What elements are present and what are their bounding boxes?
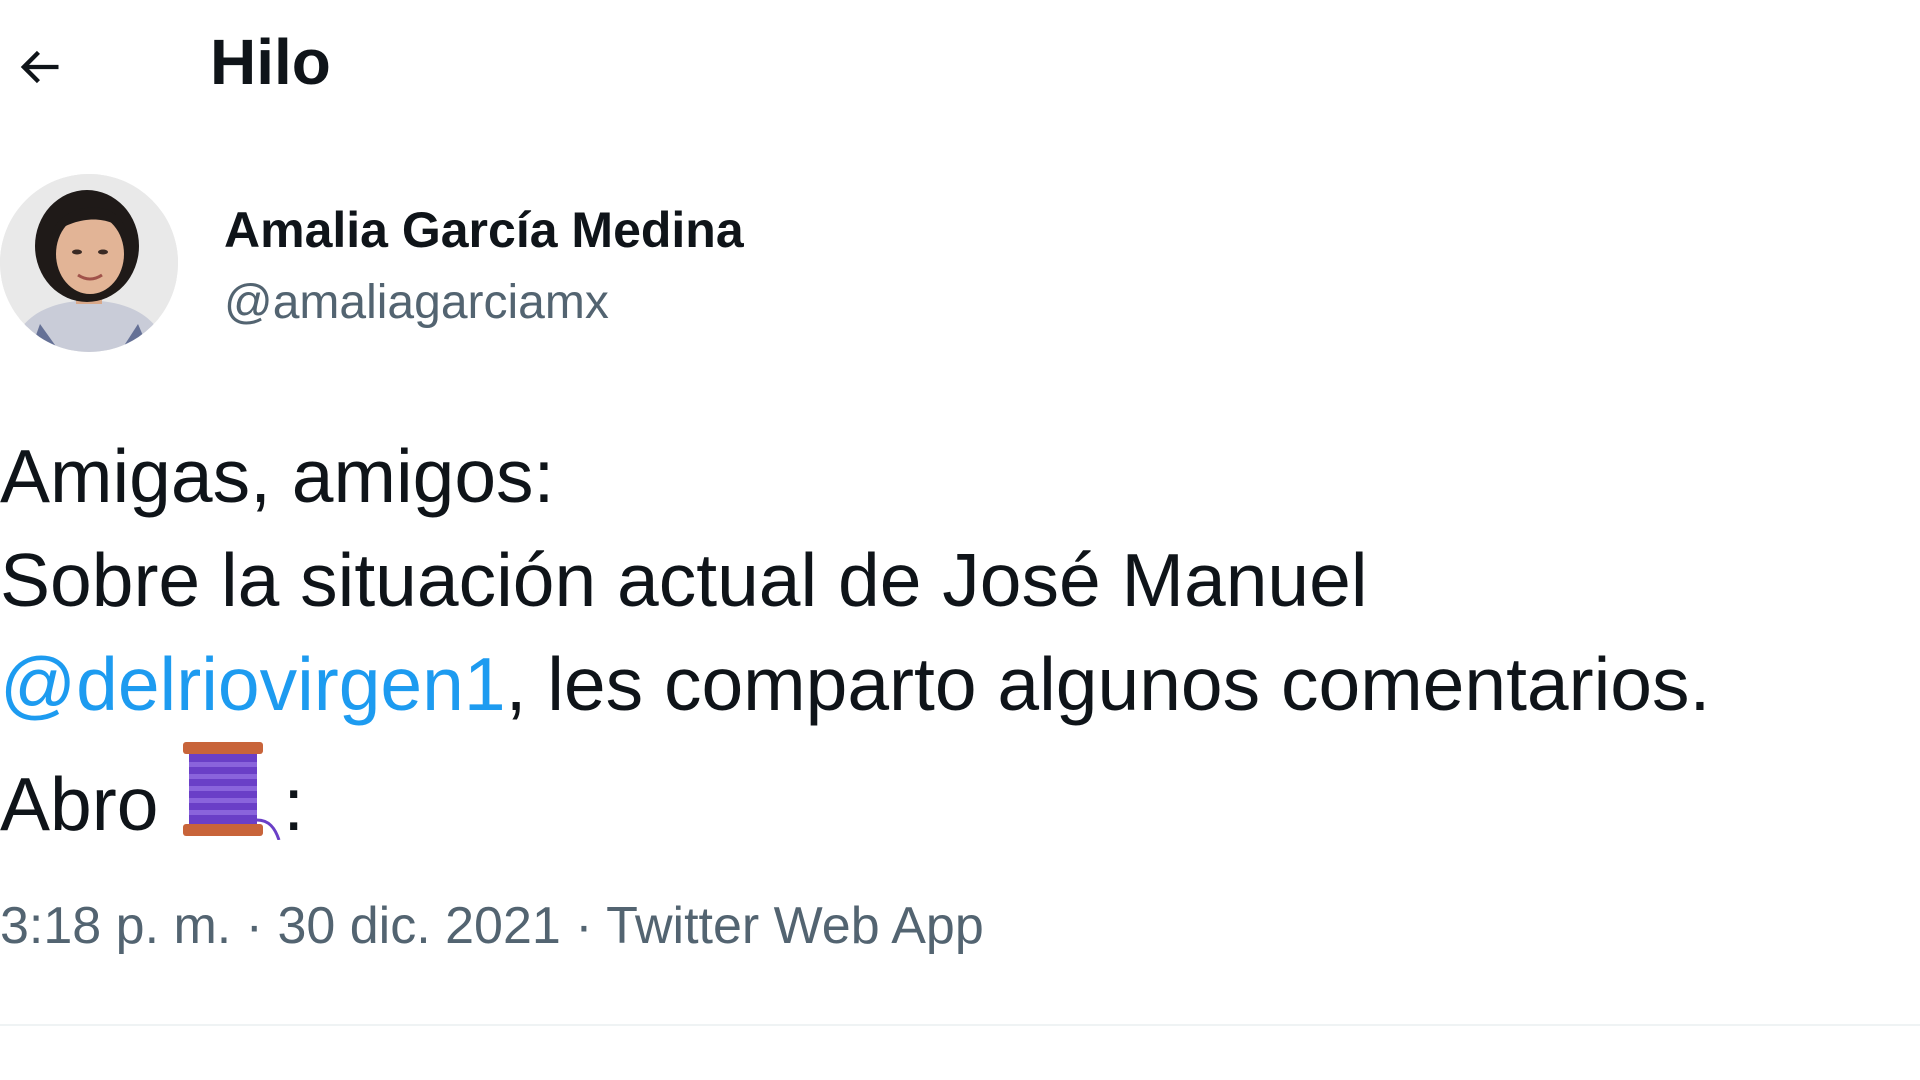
tweet-line-4-end: : [283,762,305,846]
author-name[interactable]: Amalia García Medina [224,200,744,260]
user-avatar-image [0,174,178,352]
thread-spool-icon [183,742,281,840]
tweet-date[interactable]: 30 dic. 2021 [277,897,560,955]
tweet-line-4-start: Abro [0,762,180,846]
tweet-line-4: Abro : [0,736,1920,846]
mention-link[interactable]: @delriovirgen1 [0,642,506,726]
divider [0,1024,1920,1026]
avatar[interactable] [0,174,178,352]
tweet-time[interactable]: 3:18 p. m. [0,897,231,955]
tweet-line-1: Amigas, amigos: [0,434,555,518]
meta-separator-1: · [231,897,278,955]
meta-separator-2: · [560,897,607,955]
tweet-line-3-rest: , les comparto algunos comentarios. [505,642,1711,726]
tweet-line-2: Sobre la situación actual de José Manuel [0,538,1368,622]
tweet-source[interactable]: Twitter Web App [606,897,984,955]
thread-header: Hilo [0,0,1920,130]
author-handle[interactable]: @amaliagarciamx [224,274,609,332]
tweet-line-3: @delriovirgen1, les comparto algunos com… [0,632,1920,736]
tweet-metadata: 3:18 p. m. · 30 dic. 2021 · Twitter Web … [0,894,984,958]
tweet-text: Amigas, amigos: Sobre la situación actua… [0,424,1920,846]
page-title: Hilo [210,26,331,98]
tweet-author: Amalia García Medina @amaliagarciamx [0,174,1200,356]
arrow-left-icon [20,50,59,84]
back-button[interactable] [6,34,72,100]
